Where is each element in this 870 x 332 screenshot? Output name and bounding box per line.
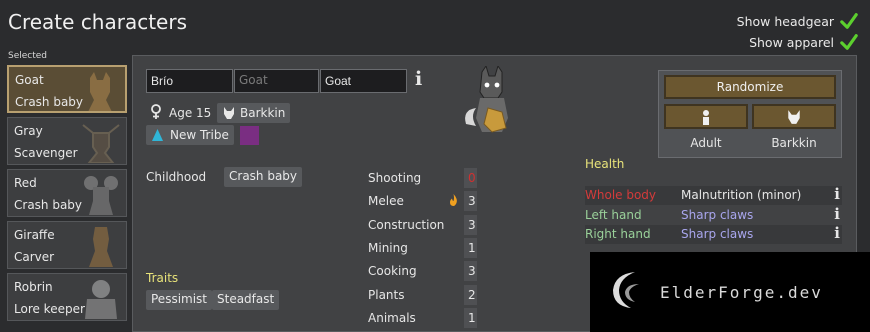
skill-value: 3: [464, 215, 477, 235]
nickname-field[interactable]: Goat: [234, 69, 319, 93]
pawn-role: Carver: [14, 250, 55, 264]
show-headgear-toggle[interactable]: Show headgear: [737, 12, 858, 30]
pawn-portrait-icon: [85, 280, 117, 319]
backstory-chip[interactable]: Crash baby: [224, 167, 303, 187]
health-title: Health: [585, 157, 625, 171]
pawn-card-robrin[interactable]: Robrin Lore keeper: [7, 273, 127, 321]
pawn-card-gray[interactable]: Gray Scavenger: [7, 117, 127, 165]
watermark-text: ElderForge.dev: [660, 283, 823, 302]
age-label[interactable]: Age 15: [169, 106, 211, 120]
childhood-label: Childhood: [146, 170, 207, 184]
checkmark-icon: [840, 34, 858, 50]
skill-value: 1: [464, 308, 477, 328]
skill-value: 3: [464, 261, 477, 281]
last-name-field[interactable]: [320, 69, 407, 93]
trait-chip[interactable]: Steadfast: [212, 290, 280, 310]
pawn-role: Crash baby: [15, 95, 84, 109]
adult-label: Adult: [690, 136, 722, 150]
xenotype-button-label: Barkkin: [771, 136, 817, 150]
health-condition: Malnutrition (minor): [681, 188, 802, 202]
passion-flame-icon: [450, 194, 457, 206]
pawn-portrait-icon: [89, 227, 113, 267]
info-icon[interactable]: i: [834, 185, 840, 203]
body-part: Whole body: [585, 188, 657, 202]
skill-name: Animals: [368, 311, 416, 325]
character-portrait: [465, 66, 508, 133]
info-icon[interactable]: i: [415, 68, 422, 90]
skill-value: 2: [464, 285, 477, 305]
checkmark-icon: [840, 13, 858, 29]
skill-name: Mining: [368, 241, 408, 255]
info-icon[interactable]: i: [834, 224, 840, 242]
show-apparel-toggle[interactable]: Show apparel: [749, 33, 858, 51]
pawn-portrait-icon: [82, 124, 120, 163]
skill-value: 0: [464, 168, 477, 188]
xenotype-chip[interactable]: Barkkin: [217, 103, 291, 123]
faction-chip[interactable]: New Tribe: [146, 125, 234, 145]
skill-name: Cooking: [368, 264, 417, 278]
tribe-icon: [152, 129, 163, 141]
xenotype-button[interactable]: [752, 104, 836, 129]
pawn-role: Scavenger: [14, 146, 78, 160]
barkkin-icon: [224, 107, 234, 119]
pawn-card-red[interactable]: Red Crash baby: [7, 169, 127, 217]
xenotype-label: Barkkin: [240, 106, 286, 120]
trait-chip[interactable]: Pessimist: [146, 290, 213, 310]
pawn-name: Goat: [15, 73, 44, 87]
pawn-name: Red: [14, 176, 37, 190]
skill-name: Plants: [368, 288, 405, 302]
skill-name: Shooting: [368, 171, 422, 185]
skill-name: Melee: [368, 194, 404, 208]
health-condition: Sharp claws: [681, 227, 754, 241]
pawn-name: Gray: [14, 124, 43, 138]
skill-value: 3: [464, 191, 477, 211]
pawn-name: Giraffe: [14, 228, 55, 242]
show-apparel-label: Show apparel: [749, 34, 834, 50]
adult-icon: [703, 110, 709, 125]
faction-label: New Tribe: [170, 128, 229, 142]
health-row[interactable]: Whole body Malnutrition (minor) i: [585, 185, 842, 205]
pawn-list: Goat Crash baby Gray Scavenger Red Crash…: [7, 65, 127, 325]
pawn-portrait-icon: [84, 176, 118, 215]
skill-value: 1: [464, 238, 477, 258]
faction-color-swatch[interactable]: [240, 126, 259, 145]
pawn-portrait-icon: [88, 72, 112, 111]
pawn-role: Lore keeper: [14, 302, 85, 316]
watermark-logo-icon: [613, 272, 639, 308]
selected-label: Selected: [8, 51, 48, 61]
pawn-role: Crash baby: [14, 198, 83, 212]
female-icon: [151, 104, 161, 119]
body-part: Right hand: [585, 227, 651, 241]
health-row[interactable]: Left hand Sharp claws i: [585, 205, 842, 225]
page-title: Create characters: [8, 10, 188, 34]
barkkin-icon: [788, 110, 800, 124]
show-headgear-label: Show headgear: [736, 13, 834, 29]
skill-name: Construction: [368, 218, 445, 232]
health-row[interactable]: Right hand Sharp claws i: [585, 224, 842, 244]
randomize-button[interactable]: Randomize: [664, 75, 836, 99]
adult-button[interactable]: [664, 104, 748, 129]
pawn-card-goat[interactable]: Goat Crash baby: [7, 65, 127, 113]
traits-label: Traits: [146, 271, 179, 285]
body-part: Left hand: [585, 208, 642, 222]
health-condition: Sharp claws: [681, 208, 754, 222]
pawn-card-giraffe[interactable]: Giraffe Carver: [7, 221, 127, 269]
info-icon[interactable]: i: [834, 205, 840, 223]
pawn-name: Robrin: [14, 280, 53, 294]
first-name-field[interactable]: [146, 69, 233, 93]
